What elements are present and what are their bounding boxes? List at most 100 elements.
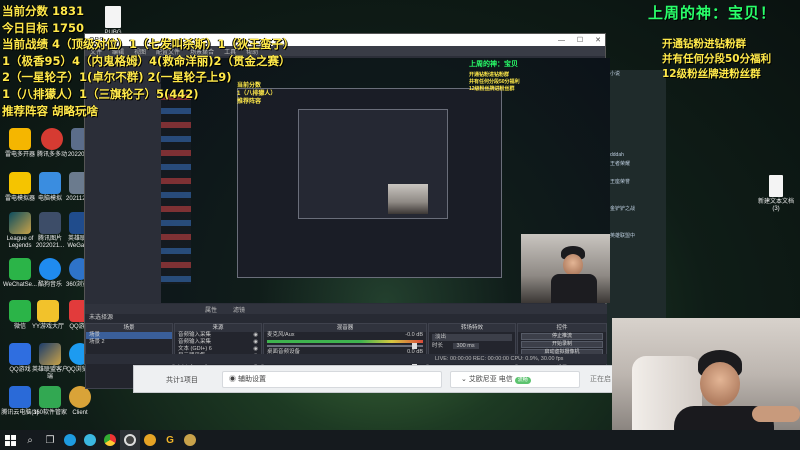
- lol-icon[interactable]: [180, 430, 200, 450]
- control-button[interactable]: 开始录制: [521, 341, 603, 348]
- side-list-item[interactable]: [607, 169, 666, 178]
- side-list-item[interactable]: 王者荣耀: [607, 160, 666, 169]
- task-view-icon[interactable]: ❐: [40, 430, 60, 450]
- source-item[interactable]: 文本 (GDI+) 6 ◉: [175, 346, 261, 353]
- obs-property-tabs: 属性 滤镜: [85, 304, 607, 314]
- maximize-icon[interactable]: ☐: [577, 37, 583, 44]
- server-select[interactable]: ⌄ 艾欧尼亚 电信 流畅: [450, 371, 580, 388]
- side-list-item[interactable]: [607, 97, 666, 106]
- side-list-item[interactable]: [607, 115, 666, 124]
- current-score: 当前分数 1831: [2, 4, 85, 18]
- daily-goal: 今日目标 1750: [2, 20, 85, 35]
- mixer-channel: 麦克风/Aux -0.0 dB: [264, 332, 426, 349]
- gear-icon: ◉: [229, 376, 238, 383]
- no-source-selected: 未选择源: [85, 314, 607, 323]
- side-list-item[interactable]: [607, 214, 666, 223]
- close-icon[interactable]: ✕: [595, 37, 601, 44]
- eye-icon[interactable]: ◉: [253, 339, 258, 346]
- obs-glyph: [124, 434, 136, 446]
- scene-item[interactable]: 场景 2: [86, 339, 172, 346]
- controls-header: 控件: [518, 324, 606, 332]
- mixer-channel-name: 麦克风/Aux: [267, 332, 295, 338]
- source-item-label: 音频输入采集: [178, 339, 212, 345]
- wegame-icon[interactable]: G: [160, 430, 180, 450]
- browser-icon[interactable]: [80, 430, 100, 450]
- windows-icon[interactable]: [0, 430, 20, 450]
- preview-webcam: [521, 234, 610, 303]
- mixer-header: 混音器: [264, 324, 426, 332]
- scene-item[interactable]: 场景: [86, 332, 172, 339]
- obs-icon[interactable]: [120, 430, 140, 450]
- record-line-3: 2（一星轮子）1(卓尔不群) 2(一星轮子上9): [2, 70, 232, 85]
- side-list-item[interactable]: [607, 133, 666, 142]
- minimize-icon[interactable]: —: [558, 37, 565, 44]
- tab-filters[interactable]: 滤镜: [233, 305, 245, 314]
- server-status-badge: 流畅: [514, 377, 531, 384]
- side-list-item[interactable]: [607, 187, 666, 196]
- qq-game-icon: [9, 343, 31, 365]
- duration-input[interactable]: 300 ms: [452, 343, 479, 349]
- search-icon[interactable]: ⌕: [20, 430, 40, 450]
- launch-status: 正在启: [590, 376, 611, 383]
- side-list-item[interactable]: [607, 250, 666, 259]
- project-count: 共计1项目: [166, 377, 198, 384]
- desktop-icon-client[interactable]: Client: [60, 386, 100, 417]
- control-button[interactable]: 停止推流: [521, 333, 603, 340]
- tencent-multi-icon: [41, 128, 63, 150]
- game-icon[interactable]: [140, 430, 160, 450]
- source-item[interactable]: 音频输入采集 ◉: [175, 339, 261, 346]
- scenes-header: 场景: [86, 324, 172, 332]
- eye-icon[interactable]: ◉: [253, 346, 258, 353]
- side-list-item[interactable]: [607, 142, 666, 151]
- record-line-2: 1（极香95）4（内鬼格姆）4(救命洋丽)2（贯金之赛）: [2, 53, 291, 68]
- server-label: 艾欧尼亚 电信: [468, 376, 513, 383]
- side-list-item[interactable]: dddah: [607, 151, 666, 160]
- record-line-4: 1（八排獴人）1（三旗轮子）5(442): [2, 86, 199, 101]
- chevron-down-icon: ⌄: [461, 376, 469, 383]
- volume-slider-handle[interactable]: [412, 343, 417, 349]
- desktop-icon-new-text[interactable]: 新建文本文档 (3): [756, 175, 796, 213]
- pc-icon: [39, 172, 61, 194]
- side-list-item[interactable]: 小说: [607, 70, 666, 79]
- side-list-item[interactable]: [607, 79, 666, 88]
- preview-icon-strip: [161, 94, 191, 284]
- side-list-item[interactable]: [607, 259, 666, 268]
- side-list-item[interactable]: [607, 88, 666, 97]
- side-list-item[interactable]: [607, 268, 666, 277]
- edge-icon[interactable]: [60, 430, 80, 450]
- preview-webcam-body: [551, 274, 597, 303]
- assist-settings-button[interactable]: ◉ 辅助设置: [222, 371, 442, 388]
- source-item-label: 文本 (GDI+) 6: [178, 346, 212, 352]
- fan-club-overlay: 开通钻粉进钻粉群 并有任何分段50分福利 12级粉丝牌进粉丝群: [662, 37, 797, 82]
- transition-type-select[interactable]: 淡出: [432, 334, 512, 341]
- preview-overlay-right: 开通钻粉进钻粉群 并有任何分段50分福利 12级粉丝牌进粉丝群: [469, 72, 520, 92]
- side-list-item[interactable]: [607, 196, 666, 205]
- side-list-item[interactable]: [607, 124, 666, 133]
- yy-icon: [37, 300, 59, 322]
- side-list-item[interactable]: 英雄联盟中: [607, 232, 666, 241]
- side-list-item[interactable]: [607, 223, 666, 232]
- webcam-arm: [752, 406, 800, 422]
- windows-logo: [4, 434, 16, 446]
- side-list-item[interactable]: [607, 241, 666, 250]
- side-list-item[interactable]: 金铲铲之战: [607, 205, 666, 214]
- eye-icon[interactable]: ◉: [253, 332, 258, 339]
- preview-overlay-title: 上周的神：宝贝: [469, 59, 518, 68]
- tab-properties[interactable]: 属性: [205, 305, 217, 314]
- obs-statusbar: LIVE: 00:00:00 REC: 00:00:00 CPU: 0.9%, …: [85, 354, 607, 364]
- source-item[interactable]: 音频输入采集 ◉: [175, 332, 261, 339]
- recommended-lineup: 推荐阵容 胡略玩啥: [2, 103, 99, 118]
- volume-slider[interactable]: [267, 343, 423, 349]
- lol-icon: [9, 212, 31, 234]
- transition-duration-row: 时长 300 ms: [429, 343, 515, 350]
- edge-glyph: [64, 434, 76, 446]
- mixer-channel-header: 麦克风/Aux -0.0 dB: [264, 332, 426, 339]
- chrome-icon[interactable]: [100, 430, 120, 450]
- chrome-glyph: [104, 434, 116, 446]
- kugou-icon: [39, 258, 61, 280]
- side-list-item[interactable]: 王座荣誉: [607, 178, 666, 187]
- side-list-item[interactable]: [607, 106, 666, 115]
- lol-glyph: [184, 434, 196, 446]
- lol-icon: [39, 343, 61, 365]
- game-launcher-bar[interactable]: 共计1项目 ◉ 辅助设置 ⌄ 艾欧尼亚 电信 流畅 正在启: [133, 365, 615, 393]
